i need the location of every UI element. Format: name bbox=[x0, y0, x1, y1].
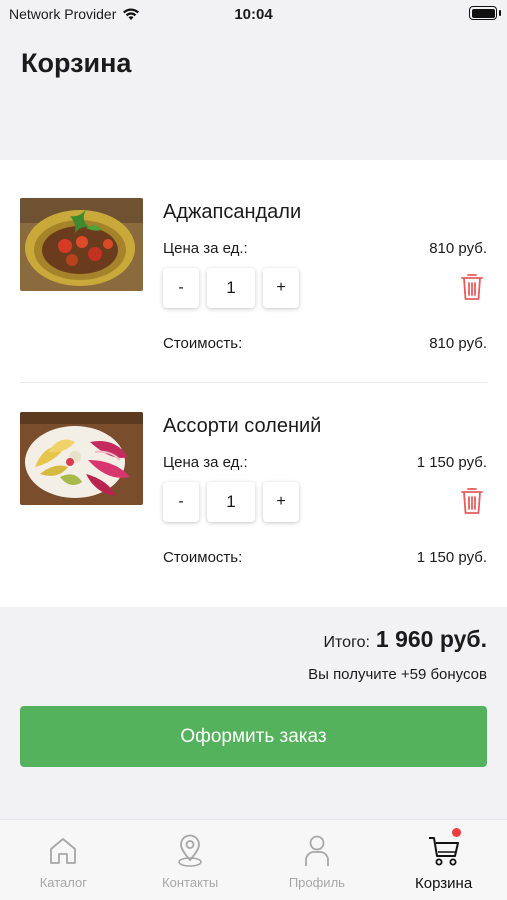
cost-label: Стоимость: bbox=[163, 335, 243, 352]
unit-price-label: Цена за ед.: bbox=[163, 240, 248, 257]
item-image-pickles[interactable] bbox=[20, 412, 143, 505]
tab-label: Контакты bbox=[162, 875, 219, 890]
tab-cart[interactable]: Корзина bbox=[380, 820, 507, 900]
trash-icon[interactable] bbox=[460, 487, 484, 515]
tab-label: Профиль bbox=[288, 875, 345, 890]
cart-badge bbox=[451, 828, 461, 837]
cost-value: 810 руб. bbox=[429, 335, 487, 352]
total-line: Итого: 1 960 руб. bbox=[324, 626, 487, 653]
person-icon bbox=[300, 834, 334, 868]
quantity-value[interactable]: 1 bbox=[207, 268, 255, 308]
total-value: 1 960 руб. bbox=[375, 626, 487, 652]
quantity-value[interactable]: 1 bbox=[207, 482, 255, 522]
tab-profile[interactable]: Профиль bbox=[254, 820, 381, 900]
trash-icon[interactable] bbox=[460, 273, 484, 301]
home-icon bbox=[46, 834, 80, 868]
tab-contacts[interactable]: Контакты bbox=[127, 820, 254, 900]
item-name: Аджапсандали bbox=[163, 201, 302, 223]
cart-panel: Аджапсандали Цена за ед.: 810 руб. - 1 +… bbox=[0, 160, 507, 607]
tab-label: Каталог bbox=[39, 875, 87, 890]
decrease-button[interactable]: - bbox=[163, 482, 199, 522]
unit-price-label: Цена за ед.: bbox=[163, 454, 248, 471]
page-title: Корзина bbox=[21, 48, 132, 78]
decrease-button[interactable]: - bbox=[163, 268, 199, 308]
cart-icon bbox=[427, 828, 461, 868]
cost-label: Стоимость: bbox=[163, 549, 243, 566]
increase-button[interactable]: + bbox=[263, 482, 299, 522]
increase-button[interactable]: + bbox=[263, 268, 299, 308]
item-name: Ассорти солений bbox=[163, 415, 322, 437]
cart-item: Ассорти солений Цена за ед.: 1 150 руб. … bbox=[0, 374, 507, 588]
cart-item: Аджапсандали Цена за ед.: 810 руб. - 1 +… bbox=[0, 160, 507, 383]
battery-cap bbox=[499, 10, 501, 16]
bonus-text: Вы получите +59 бонусов bbox=[308, 666, 487, 683]
quantity-stepper: - 1 + bbox=[163, 268, 299, 308]
tab-label: Корзина bbox=[415, 875, 473, 892]
total-label: Итого: bbox=[323, 634, 370, 651]
status-time: 10:04 bbox=[234, 6, 273, 23]
unit-price-value: 1 150 руб. bbox=[416, 454, 487, 471]
quantity-stepper: - 1 + bbox=[163, 482, 299, 522]
battery-icon bbox=[469, 6, 497, 20]
location-pin-icon bbox=[173, 834, 207, 868]
tab-bar: Каталог Контакты Профиль Корзина bbox=[0, 819, 507, 900]
tab-catalog[interactable]: Каталог bbox=[0, 820, 127, 900]
checkout-button[interactable]: Оформить заказ bbox=[20, 706, 487, 767]
unit-price-value: 810 руб. bbox=[429, 240, 487, 257]
cost-value: 1 150 руб. bbox=[416, 549, 487, 566]
status-bar: Network Provider 10:04 bbox=[0, 0, 507, 28]
item-image-ajapsandali[interactable] bbox=[20, 198, 143, 291]
